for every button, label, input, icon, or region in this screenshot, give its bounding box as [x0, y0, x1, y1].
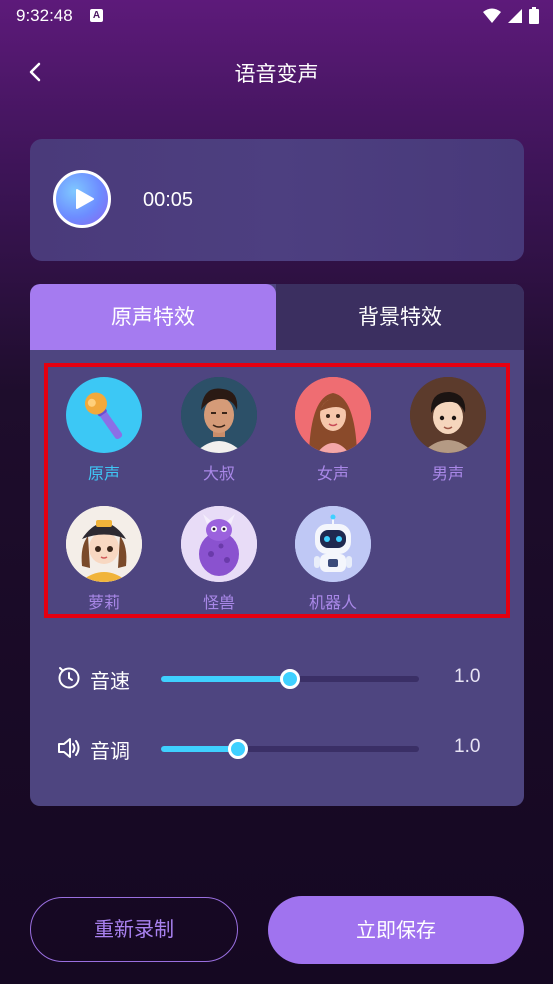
effect-label: 怪兽 — [202, 593, 235, 612]
effect-label: 原声 — [87, 464, 120, 483]
audio-player-card: 00:05 — [30, 139, 524, 261]
speed-slider-thumb[interactable] — [280, 669, 300, 689]
speaker-icon — [58, 738, 80, 758]
save-button[interactable]: 立即保存 — [268, 896, 524, 964]
pitch-slider-thumb[interactable] — [228, 739, 249, 759]
speed-label: 音速 — [90, 669, 130, 693]
effect-female[interactable]: 女声 — [285, 377, 381, 484]
pitch-slider[interactable] — [161, 739, 419, 759]
speed-slider[interactable] — [161, 669, 419, 689]
effect-uncle[interactable]: 大叔 — [171, 377, 267, 484]
re-record-button[interactable]: 重新录制 — [30, 897, 238, 962]
wifi-icon — [483, 8, 501, 23]
battery-icon — [529, 7, 539, 24]
signal-icon — [508, 8, 522, 23]
girl-avatar — [66, 506, 142, 582]
microphone-icon — [66, 377, 142, 453]
speed-value: 1.0 — [454, 666, 481, 687]
effect-monster[interactable]: 怪兽 — [171, 506, 267, 613]
female-avatar — [295, 377, 371, 453]
header: 语音变声 — [0, 50, 553, 94]
effect-robot[interactable]: 机器人 — [285, 506, 381, 613]
speed-slider-fill — [161, 676, 290, 682]
effect-girl[interactable]: 萝莉 — [56, 506, 152, 613]
monster-avatar — [181, 506, 257, 582]
effect-label: 大叔 — [202, 464, 235, 483]
effect-label: 女声 — [316, 464, 349, 483]
robot-avatar — [295, 506, 371, 582]
uncle-avatar — [181, 377, 257, 453]
tab-background-effects[interactable]: 背景特效 — [276, 284, 524, 350]
status-icons — [483, 7, 539, 24]
page-title: 语音变声 — [234, 62, 319, 86]
play-icon — [76, 189, 94, 209]
effect-original[interactable]: 原声 — [56, 377, 152, 484]
effect-label: 男声 — [431, 464, 464, 483]
pitch-value: 1.0 — [454, 736, 481, 757]
pitch-slider-fill — [161, 746, 239, 752]
waveform-icon — [356, 173, 496, 229]
notification-icon: A — [90, 9, 103, 22]
status-time: 9:32:48 — [16, 6, 73, 25]
effect-male[interactable]: 男声 — [400, 377, 496, 484]
pitch-label: 音调 — [90, 739, 130, 763]
effect-label: 萝莉 — [87, 593, 120, 612]
play-button[interactable] — [53, 170, 111, 228]
timer-icon — [58, 667, 80, 689]
tab-original-effects[interactable]: 原声特效 — [30, 284, 276, 350]
status-bar: 9:32:48 A — [0, 0, 553, 32]
pitch-slider-row: 音调 1.0 — [56, 728, 496, 768]
speed-slider-row: 音速 1.0 — [56, 658, 496, 698]
playback-time: 00:05 — [143, 189, 194, 211]
effect-label: 机器人 — [308, 593, 357, 612]
male-avatar — [410, 377, 486, 453]
effects-panel: 原声特效 背景特效 原声 大叔 女声 男声 萝莉 怪兽 机器人 音速 1.0 音… — [30, 284, 524, 806]
